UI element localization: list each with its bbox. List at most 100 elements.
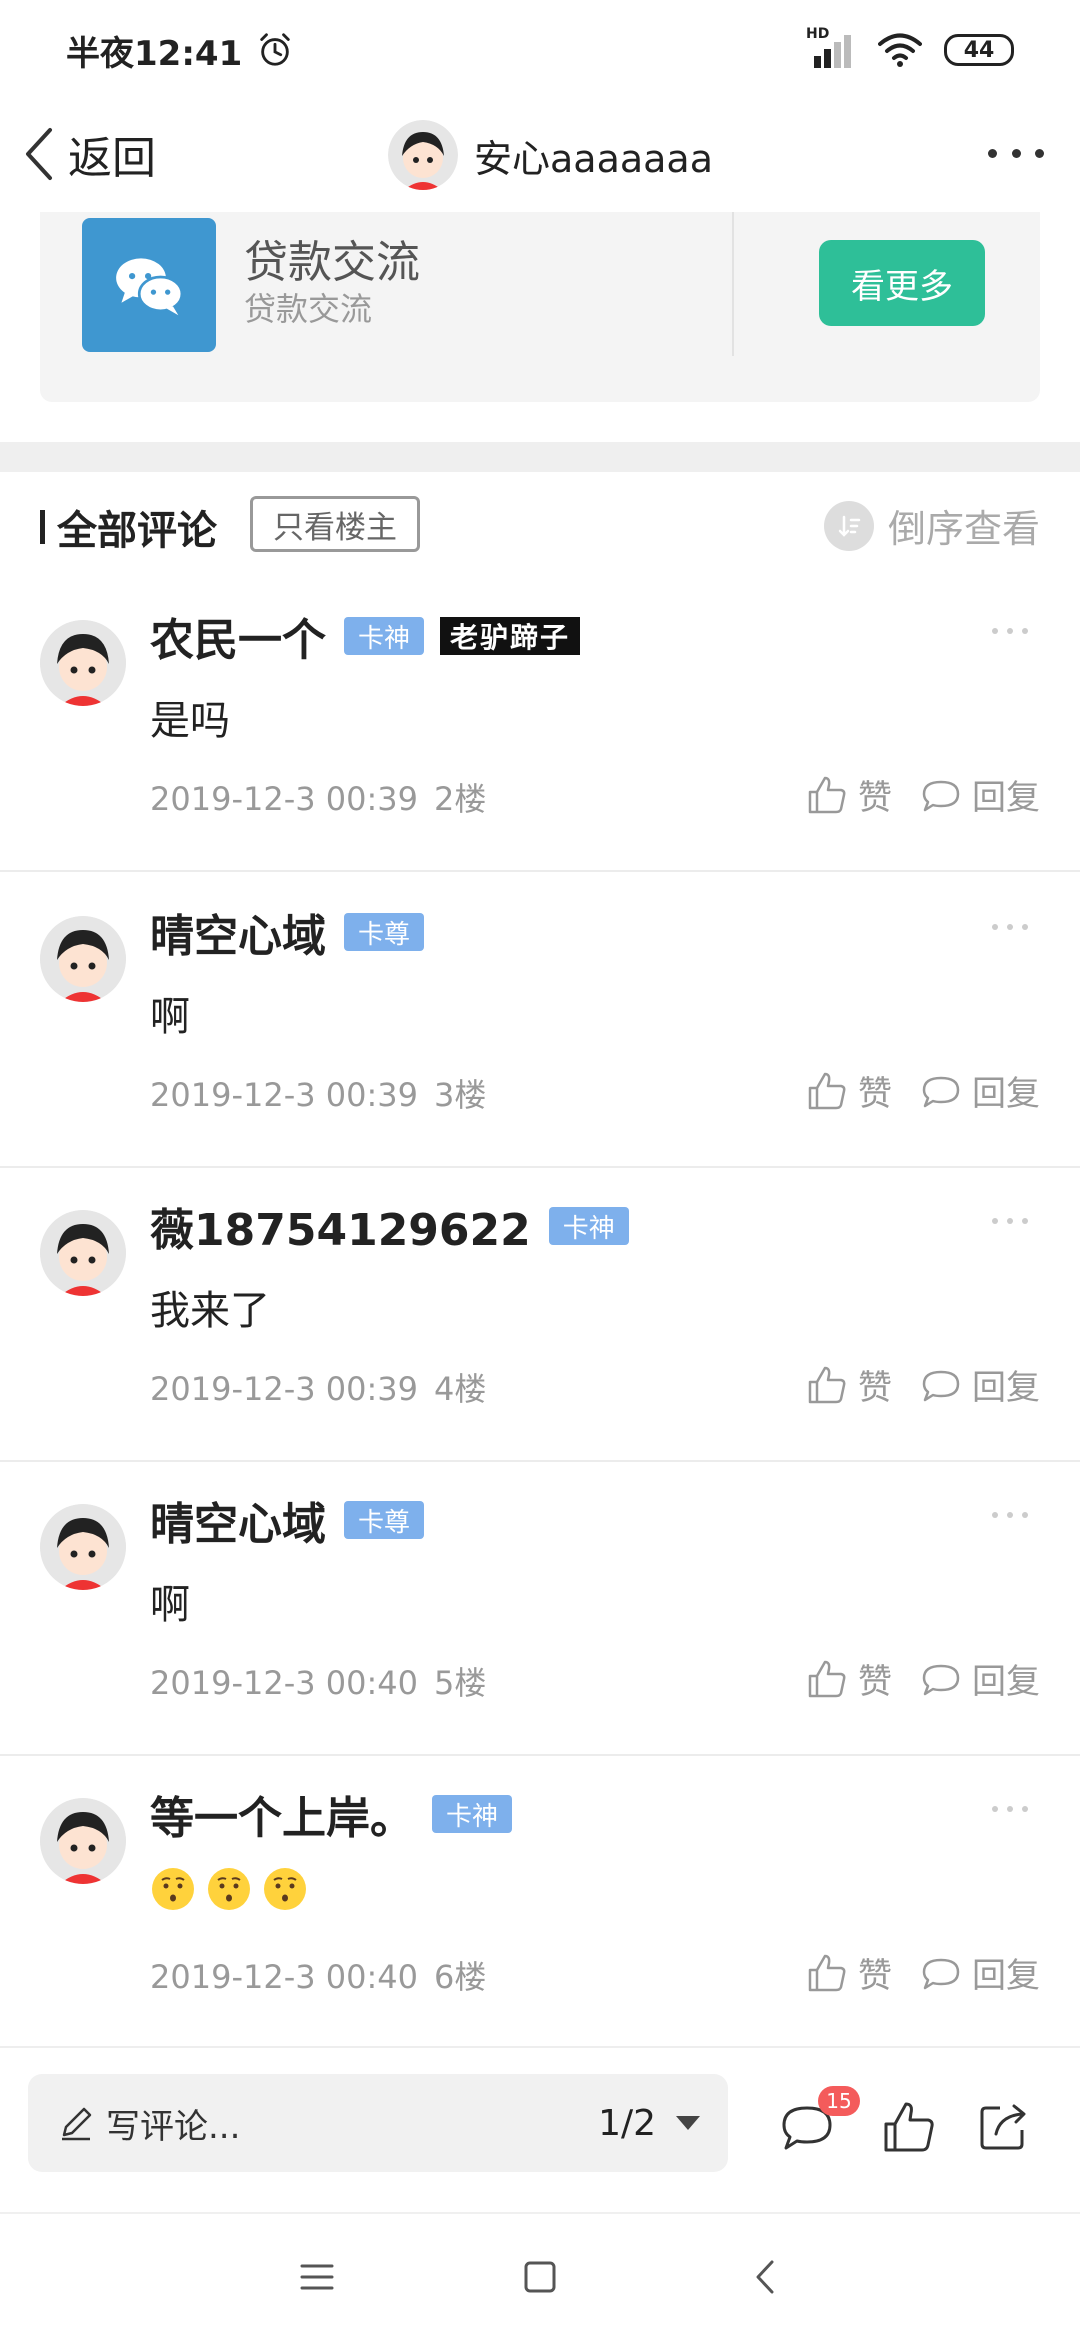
floor-number: 3楼 <box>434 1076 487 1114</box>
comment-time: 2019-12-3 00:39 <box>150 1370 418 1408</box>
comment-text: 啊 <box>150 1582 190 1628</box>
avatar[interactable] <box>40 1504 126 1590</box>
reply-button[interactable]: 回复 <box>920 1066 1040 1115</box>
op-only-button[interactable]: 只看楼主 <box>250 496 420 552</box>
like-button[interactable]: 赞 <box>806 1066 892 1115</box>
floor-number: 4楼 <box>434 1370 487 1408</box>
share-icon[interactable] <box>974 2098 1032 2156</box>
reply-button[interactable]: 回复 <box>920 1654 1040 1703</box>
avatar[interactable] <box>40 1210 126 1296</box>
wifi-icon <box>878 33 922 67</box>
write-comment-placeholder: 写评论... <box>106 2106 241 2147</box>
title-marker <box>40 510 45 544</box>
thinking-face-emoji-icon <box>264 1868 306 1910</box>
caret-down-icon <box>676 2116 700 2130</box>
comment-meta: 2019-12-3 00:39 3楼 <box>150 1070 486 1116</box>
avatar[interactable] <box>40 620 126 706</box>
comment-time: 2019-12-3 00:39 <box>150 780 418 818</box>
comments-title-label: 全部评论 <box>57 508 217 554</box>
reply-label: 回复 <box>972 1956 1040 1996</box>
comment-time: 2019-12-3 00:40 <box>150 1664 418 1702</box>
commenter-name[interactable]: 晴空心域 <box>150 1488 326 1552</box>
like-label: 赞 <box>858 778 892 818</box>
reply-label: 回复 <box>972 1662 1040 1702</box>
comment-menu-icon[interactable] <box>992 628 1028 634</box>
comment-item: 晴空心域 卡尊 啊 2019-12-3 00:40 5楼 赞 回复 <box>0 1462 1080 1756</box>
pencil-icon <box>62 2107 92 2141</box>
comment-item: 等一个上岸。 卡神 2019-12-3 00:40 6楼 赞 回复 <box>0 1756 1080 2050</box>
speech-bubble-icon <box>922 1958 960 1989</box>
comment-menu-icon[interactable] <box>992 1218 1028 1224</box>
comment-menu-icon[interactable] <box>992 1806 1028 1812</box>
comment-item: 薇18754129622 卡神 我来了 2019-12-3 00:39 4楼 赞 … <box>0 1168 1080 1462</box>
back-button[interactable]: 返回 <box>20 118 156 190</box>
more-options-icon[interactable] <box>988 138 1044 168</box>
reply-label: 回复 <box>972 778 1040 818</box>
comment-emojis <box>150 1866 308 1912</box>
commenter-name[interactable]: 薇18754129622 <box>150 1194 531 1258</box>
comment-text: 我来了 <box>150 1288 270 1334</box>
floor-number: 6楼 <box>434 1958 487 1996</box>
comments-header: 全部评论 只看楼主 倒序查看 <box>0 472 1080 578</box>
reply-button[interactable]: 回复 <box>920 770 1040 819</box>
sort-label: 倒序查看 <box>887 507 1040 551</box>
floor-number: 2楼 <box>434 780 487 818</box>
commenter-name[interactable]: 晴空心域 <box>150 900 326 964</box>
thumbs-up-icon[interactable] <box>880 2098 938 2156</box>
group-subtitle: 贷款交流 <box>244 290 373 328</box>
thinking-face-emoji-icon <box>152 1868 194 1910</box>
like-button[interactable]: 赞 <box>806 1948 892 1997</box>
level-badge: 卡神 <box>344 617 425 655</box>
comment-meta: 2019-12-3 00:39 2楼 <box>150 774 486 820</box>
comment-item: 晴空心域 卡尊 啊 2019-12-3 00:39 3楼 赞 回复 <box>0 874 1080 1168</box>
see-more-button[interactable]: 看更多 <box>819 240 985 326</box>
chevron-left-icon <box>26 128 52 180</box>
avatar[interactable] <box>40 916 126 1002</box>
floor-number: 5楼 <box>434 1664 487 1702</box>
speech-bubble-icon <box>922 780 960 811</box>
comment-text: 啊 <box>150 994 190 1040</box>
comment-meta: 2019-12-3 00:40 5楼 <box>150 1658 486 1704</box>
comment-text: 是吗 <box>150 698 230 744</box>
wechat-icon <box>82 218 216 352</box>
like-label: 赞 <box>858 1368 892 1408</box>
avatar[interactable] <box>388 120 458 190</box>
section-divider <box>0 442 1080 472</box>
thumbs-up-icon <box>808 1660 846 1697</box>
level-badge: 卡神 <box>432 1795 513 1833</box>
bottom-action-bar: 写评论... 1/2 15 <box>0 2046 1080 2210</box>
level-badge: 卡尊 <box>344 1501 425 1539</box>
menu-icon[interactable] <box>294 2254 340 2300</box>
page-selector[interactable]: 1/2 <box>598 2103 700 2144</box>
speech-bubble-icon <box>922 1370 960 1401</box>
thumbs-up-icon <box>808 776 846 813</box>
home-icon[interactable] <box>517 2254 563 2300</box>
author-header[interactable]: 安心aaaaaaa <box>388 110 713 200</box>
level-badge: 卡神 <box>548 1207 629 1245</box>
back-nav-icon[interactable] <box>744 2254 790 2300</box>
thumbs-up-icon <box>808 1072 846 1109</box>
sort-icon <box>823 500 874 551</box>
reply-label: 回复 <box>972 1074 1040 1114</box>
commenter-name[interactable]: 等一个上岸。 <box>150 1782 414 1846</box>
like-label: 赞 <box>858 1662 892 1702</box>
status-bar: 半夜12:41 HD 44 <box>0 0 1080 100</box>
title-badge: 老驴蹄子 <box>440 617 581 655</box>
write-comment-input[interactable]: 写评论... 1/2 <box>28 2074 728 2172</box>
comment-menu-icon[interactable] <box>992 1512 1028 1518</box>
battery-icon: 44 <box>944 34 1014 66</box>
like-label: 赞 <box>858 1074 892 1114</box>
commenter-name[interactable]: 农民一个 <box>150 604 326 668</box>
comment-menu-icon[interactable] <box>992 924 1028 930</box>
comment-time: 2019-12-3 00:40 <box>150 1958 418 1996</box>
reply-button[interactable]: 回复 <box>920 1360 1040 1409</box>
like-button[interactable]: 赞 <box>806 1360 892 1409</box>
group-card[interactable]: 贷款交流 贷款交流 看更多 <box>40 212 1040 402</box>
reverse-sort-button[interactable]: 倒序查看 <box>823 498 1040 553</box>
like-button[interactable]: 赞 <box>806 1654 892 1703</box>
reply-button[interactable]: 回复 <box>920 1948 1040 1997</box>
comment-meta: 2019-12-3 00:40 6楼 <box>150 1952 486 1998</box>
signal-icon: HD <box>806 26 856 68</box>
avatar[interactable] <box>40 1798 126 1884</box>
like-button[interactable]: 赞 <box>806 770 892 819</box>
